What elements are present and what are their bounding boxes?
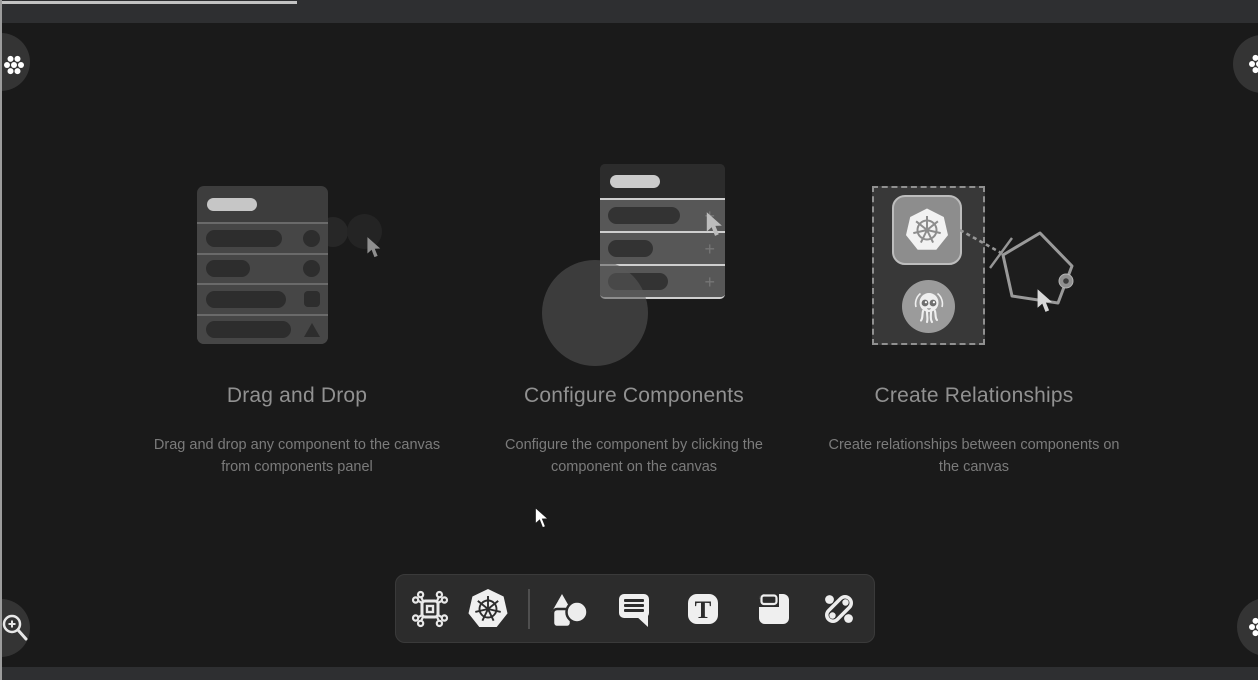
kubernetes-icon <box>466 587 510 631</box>
mouse-cursor <box>534 506 550 530</box>
relationship-cursor-icon <box>1036 288 1054 314</box>
flower-menu-icon <box>1247 52 1258 76</box>
loading-progress-bar <box>0 1 297 4</box>
configure-cursor-icon <box>705 211 724 238</box>
panel-title-pill <box>207 198 257 211</box>
window-chrome-bottom <box>0 667 1258 680</box>
text-tool-button[interactable]: T <box>681 587 725 631</box>
triangle-component-icon <box>304 323 320 337</box>
onboarding-step-relationships: Create Relationships Create relationship… <box>823 384 1125 478</box>
zoom-in-icon <box>0 612 30 644</box>
component-row <box>197 314 328 345</box>
panel-header-graphic <box>197 186 328 222</box>
mesh-component-tool-button[interactable] <box>408 587 452 631</box>
component-label-pill <box>206 291 286 308</box>
flower-menu-icon <box>1247 615 1258 639</box>
component-label-pill <box>206 260 250 277</box>
canvas-component-circle <box>542 260 648 366</box>
drag-cursor-icon <box>366 236 382 259</box>
circle-component-icon <box>303 260 320 277</box>
flower-menu-icon <box>2 53 26 77</box>
relationship-edge-graphic <box>950 208 1085 320</box>
notes-tool-button[interactable] <box>752 587 796 631</box>
mesh-component-icon <box>408 587 452 631</box>
circle-component-icon <box>303 230 320 247</box>
add-config-symbol: + <box>704 273 715 291</box>
step-description: Drag and drop any component to the canva… <box>146 434 448 478</box>
meshery-component-tile <box>902 280 955 333</box>
step-title: Create Relationships <box>823 384 1125 408</box>
onboarding-step-configure: Configure Components Configure the compo… <box>483 384 785 478</box>
step-description: Configure the component by clicking the … <box>483 434 785 478</box>
toolbar-divider <box>528 589 530 629</box>
kanvas-designer-app: { "window": { "progress_bar_color": "#c3… <box>0 0 1258 680</box>
comment-tool-button[interactable] <box>612 587 656 631</box>
design-canvas[interactable]: + + + <box>0 23 1258 667</box>
square-component-icon <box>304 291 320 307</box>
left-edge-divider <box>0 0 2 680</box>
component-row <box>197 222 328 253</box>
drag-drop-illustration-panel <box>197 186 328 344</box>
relationship-edge-icon <box>817 587 861 631</box>
notes-icon <box>752 587 796 631</box>
config-label-pill <box>608 240 653 257</box>
panel-header-graphic <box>600 164 725 198</box>
relationship-tool-button[interactable] <box>817 587 861 631</box>
onboarding-step-drag-drop: Drag and Drop Drag and drop any componen… <box>146 384 448 478</box>
component-label-pill <box>206 321 291 338</box>
step-title: Configure Components <box>483 384 785 408</box>
svg-text:T: T <box>695 597 712 624</box>
panel-title-pill <box>610 175 660 188</box>
step-title: Drag and Drop <box>146 384 448 408</box>
kubernetes-logo-icon <box>904 207 950 253</box>
step-description: Create relationships between components … <box>823 434 1125 478</box>
canvas-toolbar: T <box>395 574 875 643</box>
config-label-pill <box>608 207 680 224</box>
squid-mascot-icon <box>911 288 947 326</box>
shapes-icon <box>545 587 589 631</box>
component-row <box>197 283 328 314</box>
kubernetes-tool-button[interactable] <box>466 587 510 631</box>
component-row <box>197 253 328 284</box>
shapes-tool-button[interactable] <box>545 587 589 631</box>
add-config-symbol: + <box>704 240 715 258</box>
text-tool-icon: T <box>681 587 725 631</box>
component-label-pill <box>206 230 282 247</box>
comment-icon <box>612 587 656 631</box>
